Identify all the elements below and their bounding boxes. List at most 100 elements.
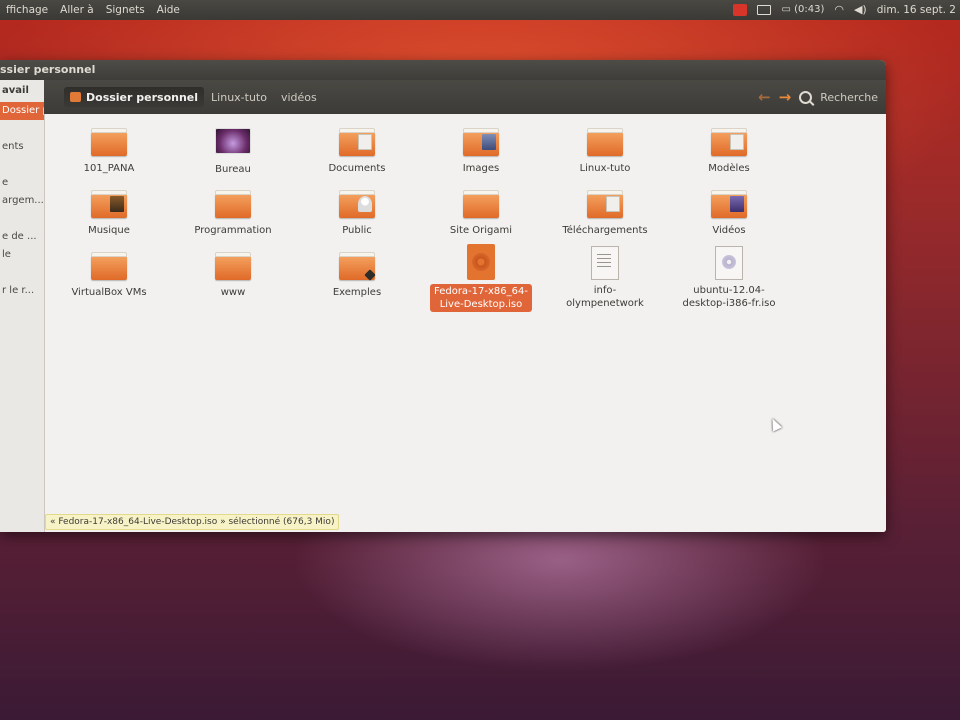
- menu-aller-a[interactable]: Aller à: [54, 0, 100, 20]
- sidebar-item[interactable]: [0, 120, 44, 138]
- file-label: Exemples: [332, 287, 382, 298]
- examples-folder-icon: [339, 252, 376, 281]
- public-folder-icon: [339, 190, 375, 218]
- selected-file-label: Fedora-17-x86_64- Live-Desktop.iso: [430, 284, 532, 312]
- sidebar-item[interactable]: e de ...: [0, 228, 44, 246]
- mail-icon[interactable]: [757, 5, 772, 15]
- file-item-101-pana[interactable]: 101_PANA: [49, 128, 169, 175]
- toolbar: Dossier personnel Linux-tuto vidéos ← → …: [44, 80, 886, 114]
- videos-folder-icon: [711, 190, 747, 218]
- file-item-bureau[interactable]: Bureau: [173, 128, 293, 176]
- navigation-controls: ← → Recherche: [758, 88, 878, 106]
- file-label: Public: [342, 225, 372, 236]
- file-item-linux-tuto[interactable]: Linux-tuto: [545, 128, 665, 175]
- wifi-icon[interactable]: ◠: [834, 0, 844, 20]
- documents-folder-icon: [339, 128, 375, 156]
- downloads-folder-icon: [587, 190, 623, 218]
- file-item-telechargements[interactable]: Téléchargements: [545, 190, 665, 237]
- battery-time: (0:43): [794, 4, 825, 15]
- file-item-videos[interactable]: Vidéos: [669, 190, 789, 237]
- sidebar-item[interactable]: e: [0, 174, 44, 192]
- file-view[interactable]: 101_PANA Bureau Documents Images Linux-t…: [45, 114, 886, 532]
- templates-folder-icon: [711, 128, 747, 156]
- battery-indicator[interactable]: ▭ (0:43): [781, 0, 824, 20]
- folder-icon: [463, 190, 499, 218]
- folder-icon: [215, 190, 251, 218]
- file-item-exemples[interactable]: Exemples: [297, 252, 417, 299]
- file-item-documents[interactable]: Documents: [297, 128, 417, 175]
- file-item-musique[interactable]: Musique: [49, 190, 169, 237]
- file-label: Documents: [328, 163, 386, 174]
- file-label: Programmation: [194, 225, 272, 236]
- clock[interactable]: dim. 16 sept. 2: [877, 0, 956, 20]
- file-label: ubuntu-12.04- desktop-i386-fr.iso: [682, 285, 776, 309]
- menu-bar: ffichage Aller à Signets Aide: [0, 0, 186, 20]
- breadcrumb: Dossier personnel Linux-tuto vidéos: [64, 87, 324, 107]
- menu-signets[interactable]: Signets: [100, 0, 151, 20]
- disc-image-icon: [715, 246, 743, 280]
- text-file-icon: [591, 246, 619, 280]
- iso-file-icon: [467, 244, 495, 280]
- forward-arrow-icon[interactable]: →: [779, 88, 792, 106]
- window-title: ssier personnel: [0, 63, 96, 76]
- file-item-public[interactable]: Public: [297, 190, 417, 237]
- file-label: www: [220, 287, 246, 298]
- search-button[interactable]: Recherche: [820, 91, 878, 104]
- menu-aide[interactable]: Aide: [151, 0, 186, 20]
- file-item-programmation[interactable]: Programmation: [173, 190, 293, 237]
- sidebar-item-telechargements[interactable]: argem...: [0, 192, 44, 210]
- sidebar-header: avail: [2, 85, 29, 96]
- notification-icon[interactable]: [733, 4, 748, 16]
- file-label: Bureau: [215, 164, 251, 175]
- file-label: info-olympenetwork: [566, 285, 644, 309]
- file-item-site-origami[interactable]: Site Origami: [421, 190, 541, 237]
- file-label: Vidéos: [712, 225, 746, 236]
- system-tray: ▭ (0:43) ◠ ◀) dim. 16 sept. 2: [723, 0, 956, 20]
- window-titlebar[interactable]: ssier personnel: [0, 60, 886, 80]
- breadcrumb-home[interactable]: Dossier personnel: [64, 87, 205, 107]
- folder-icon: [91, 128, 127, 156]
- status-bar: « Fedora-17-x86_64-Live-Desktop.iso » sé…: [45, 514, 340, 530]
- desktop-folder-icon: [215, 128, 251, 154]
- music-folder-icon: [91, 190, 127, 218]
- breadcrumb-videos[interactable]: vidéos: [274, 91, 324, 104]
- sidebar-item-dossier-personnel[interactable]: Dossier pers...: [0, 102, 44, 120]
- folder-icon: [91, 252, 127, 280]
- breadcrumb-linux-tuto[interactable]: Linux-tuto: [204, 91, 274, 104]
- file-manager-window: ssier personnel avail Dossier pers... en…: [0, 60, 886, 532]
- file-label: 101_PANA: [83, 163, 135, 174]
- battery-icon: ▭: [781, 4, 791, 15]
- file-item-info-olympenetwork[interactable]: info-olympenetwork: [545, 246, 665, 310]
- menu-affichage[interactable]: ffichage: [0, 0, 54, 20]
- sidebar-item[interactable]: [0, 264, 44, 282]
- file-item-ubuntu-iso[interactable]: ubuntu-12.04- desktop-i386-fr.iso: [669, 246, 789, 310]
- sidebar-item[interactable]: [0, 210, 44, 228]
- images-folder-icon: [463, 128, 499, 156]
- back-arrow-icon[interactable]: ←: [758, 88, 771, 106]
- file-item-www[interactable]: www: [173, 252, 293, 299]
- search-icon[interactable]: [799, 90, 813, 104]
- file-item-images[interactable]: Images: [421, 128, 541, 175]
- sidebar-item[interactable]: r le r...: [0, 282, 44, 300]
- sidebar-item[interactable]: [0, 156, 44, 174]
- file-label: Musique: [88, 225, 130, 236]
- file-label: Images: [462, 163, 500, 174]
- file-label: Site Origami: [449, 225, 513, 236]
- breadcrumb-home-label: Dossier personnel: [86, 90, 199, 104]
- sidebar-item-documents[interactable]: ents: [0, 138, 44, 156]
- sidebar-item[interactable]: le: [0, 246, 44, 264]
- sidebar: avail Dossier pers... ents e argem... e …: [0, 80, 45, 532]
- file-label: Linux-tuto: [579, 163, 631, 174]
- file-item-modeles[interactable]: Modèles: [669, 128, 789, 175]
- file-item-fedora-iso[interactable]: Fedora-17-x86_64- Live-Desktop.iso: [421, 244, 541, 312]
- file-label: VirtualBox VMs: [71, 287, 147, 298]
- folder-icon: [215, 252, 251, 280]
- file-item-virtualbox-vms[interactable]: VirtualBox VMs: [49, 252, 169, 299]
- top-panel: ffichage Aller à Signets Aide ▭ (0:43) ◠…: [0, 0, 960, 20]
- speaker-icon[interactable]: ◀): [854, 0, 867, 20]
- file-label: Fedora-17-x86_64- Live-Desktop.iso: [421, 284, 541, 312]
- folder-icon: [587, 128, 623, 156]
- file-label: Modèles: [708, 163, 750, 174]
- file-label: Téléchargements: [562, 225, 648, 236]
- home-folder-icon: [70, 92, 81, 102]
